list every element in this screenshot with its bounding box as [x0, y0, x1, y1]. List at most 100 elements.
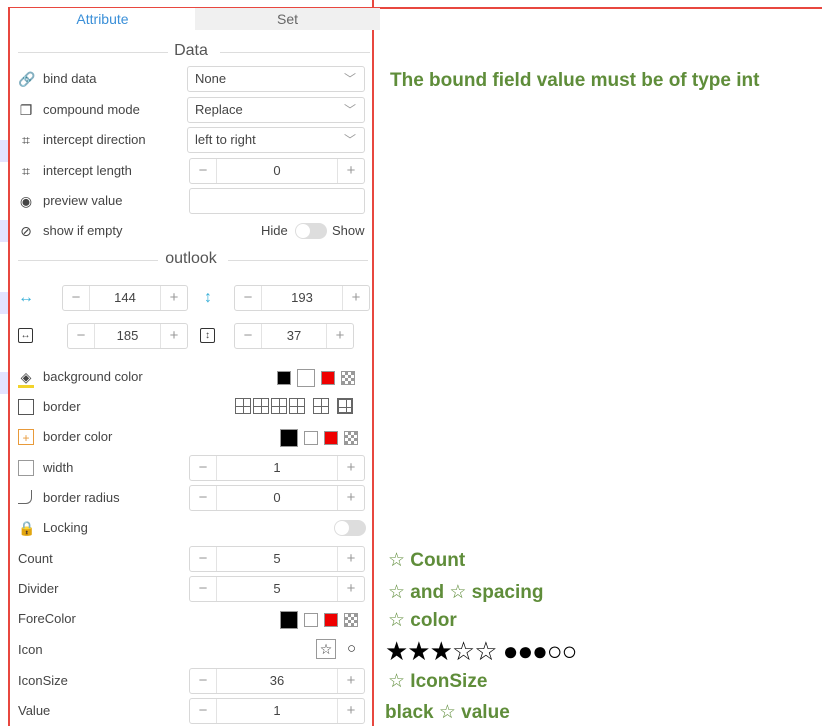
count-value[interactable]: 5: [217, 547, 337, 571]
swatch-white[interactable]: [304, 613, 318, 627]
decrement-button[interactable]: −: [68, 324, 95, 348]
border-radius-label: border radius: [43, 490, 120, 505]
decrement-button[interactable]: −: [190, 159, 217, 183]
intercept-length-label: intercept length: [43, 163, 132, 178]
decrement-button[interactable]: −: [190, 699, 217, 723]
border-outer-icon[interactable]: [253, 398, 269, 414]
tab-set[interactable]: Set: [195, 8, 380, 30]
show-if-empty-toggle[interactable]: [295, 223, 327, 239]
corner-radius-icon: [18, 490, 32, 504]
row-size: ↔ − 185 + ↕ − 37 +: [14, 323, 370, 349]
increment-button[interactable]: +: [337, 159, 364, 183]
locking-toggle[interactable]: [334, 520, 366, 536]
intercept-length-stepper[interactable]: − 0 +: [189, 158, 365, 184]
intercept-length-value[interactable]: 0: [217, 159, 337, 183]
size-height-value[interactable]: 37: [262, 324, 326, 348]
increment-button[interactable]: +: [342, 286, 369, 310]
size-width-value[interactable]: 185: [95, 324, 160, 348]
row-intercept-direction: ⌗ intercept direction left to right ﹀: [14, 127, 370, 153]
swatch-black[interactable]: [280, 611, 298, 629]
swatch-white[interactable]: [297, 369, 315, 387]
note-spacing: ☆ and ☆ spacing: [388, 582, 544, 603]
x-stepper[interactable]: − 144 +: [62, 285, 188, 311]
compound-icon: ❐: [19, 102, 33, 118]
border-thick-icon[interactable]: [337, 398, 353, 414]
preview-value-input[interactable]: [189, 188, 365, 214]
width-stepper[interactable]: − 1 +: [189, 455, 365, 481]
divider-label: Divider: [18, 581, 59, 596]
swatch-red[interactable]: [321, 371, 335, 385]
increment-button[interactable]: +: [326, 324, 353, 348]
increment-button[interactable]: +: [337, 699, 364, 723]
icon-label: Icon: [18, 642, 43, 657]
row-value: Value − 1 +: [14, 698, 370, 724]
iconsize-stepper[interactable]: − 36 +: [189, 668, 365, 694]
hide-label: Hide: [261, 223, 288, 238]
decrement-button[interactable]: −: [190, 456, 217, 480]
increment-button[interactable]: +: [337, 456, 364, 480]
section-data-title: Data: [168, 42, 214, 59]
circle-icon[interactable]: ○: [347, 639, 356, 659]
divider-value[interactable]: 5: [217, 577, 337, 601]
row-background-color: ◈ background color: [14, 364, 370, 390]
swatch-white[interactable]: [304, 431, 318, 445]
increment-button[interactable]: +: [337, 577, 364, 601]
increment-button[interactable]: +: [337, 486, 364, 510]
width-stepper[interactable]: − 185 +: [67, 323, 188, 349]
star-icon[interactable]: ☆: [316, 639, 336, 659]
row-icon: Icon ☆ ○: [14, 637, 370, 663]
row-intercept-length: ⌗ intercept length − 0 +: [14, 158, 370, 184]
border-radius-value[interactable]: 0: [217, 486, 337, 510]
bind-data-select[interactable]: None ﹀: [187, 66, 365, 92]
background-color-label: background color: [43, 369, 143, 384]
border-radius-stepper[interactable]: − 0 +: [189, 485, 365, 511]
increment-button[interactable]: +: [160, 324, 187, 348]
border-all-icon[interactable]: [235, 398, 251, 414]
decrement-button[interactable]: −: [190, 486, 217, 510]
border-inner-icon[interactable]: [271, 398, 287, 414]
value-stepper[interactable]: − 1 +: [189, 698, 365, 724]
decrement-button[interactable]: −: [235, 286, 262, 310]
swatch-black[interactable]: [277, 371, 291, 385]
bind-data-label: bind data: [43, 71, 97, 86]
decrement-button[interactable]: −: [190, 547, 217, 571]
increment-button[interactable]: +: [337, 669, 364, 693]
decrement-button[interactable]: −: [235, 324, 262, 348]
border-none-icon[interactable]: [313, 398, 329, 414]
link-icon: 🔗: [18, 71, 36, 87]
decrement-button[interactable]: −: [190, 577, 217, 601]
swatch-transparent[interactable]: [344, 613, 358, 627]
count-stepper[interactable]: − 5 +: [189, 546, 365, 572]
increment-button[interactable]: +: [337, 547, 364, 571]
height-icon: ↕: [200, 328, 215, 343]
icons-demo: ★★★☆☆ ●●●○○: [385, 636, 577, 666]
y-stepper[interactable]: − 193 +: [234, 285, 370, 311]
divider-stepper[interactable]: − 5 +: [189, 576, 365, 602]
decrement-button[interactable]: −: [63, 286, 90, 310]
tab-attribute[interactable]: Attribute: [10, 8, 195, 30]
decrement-button[interactable]: −: [190, 669, 217, 693]
iconsize-value[interactable]: 36: [217, 669, 337, 693]
note-count: ☆ Count: [388, 550, 466, 571]
background-color-swatches: [277, 369, 355, 387]
y-value[interactable]: 193: [262, 286, 342, 310]
border-left-icon[interactable]: [289, 398, 305, 414]
row-forecolor: ForeColor: [14, 606, 370, 632]
edge-marker: [0, 292, 8, 314]
x-value[interactable]: 144: [90, 286, 160, 310]
swatch-red[interactable]: [324, 431, 338, 445]
width-value[interactable]: 1: [217, 456, 337, 480]
row-border-color: + border color: [14, 424, 370, 450]
row-locking: 🔒 Locking: [14, 515, 370, 541]
intercept-direction-select[interactable]: left to right ﹀: [187, 127, 365, 153]
swatch-transparent[interactable]: [341, 371, 355, 385]
value-value[interactable]: 1: [217, 699, 337, 723]
swatch-red[interactable]: [324, 613, 338, 627]
row-position: ↔ − 144 + ↕ − 193 +: [14, 285, 370, 311]
compound-mode-select[interactable]: Replace ﹀: [187, 97, 365, 123]
swatch-transparent[interactable]: [344, 431, 358, 445]
swatch-black[interactable]: [280, 429, 298, 447]
increment-button[interactable]: +: [160, 286, 187, 310]
height-stepper[interactable]: − 37 +: [234, 323, 354, 349]
chevron-down-icon: ﹀: [343, 103, 356, 117]
